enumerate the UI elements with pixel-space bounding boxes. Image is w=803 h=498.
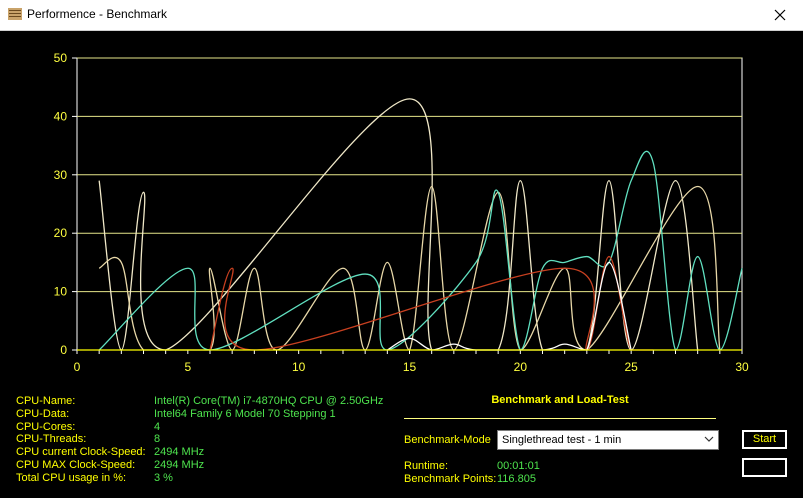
- x-tick-label: 15: [403, 360, 417, 374]
- x-tick-label: 25: [624, 360, 638, 374]
- cpu-info-label: CPU-Cores:: [16, 420, 76, 433]
- cpu-info-label: Total CPU usage in %:: [16, 471, 127, 484]
- title-bar: Performence - Benchmark: [0, 0, 803, 31]
- x-tick-label: 5: [184, 360, 191, 374]
- chevron-down-icon: [704, 436, 714, 442]
- cpu-info-value: Intel64 Family 6 Model 70 Stepping 1: [154, 407, 336, 420]
- series-line: [98, 150, 743, 351]
- cpu-info-value: Intel(R) Core(TM) i7-4870HQ CPU @ 2.50GH…: [154, 395, 384, 407]
- x-tick-label: 10: [292, 360, 306, 374]
- cpu-info-label: CPU MAX Clock-Speed:: [16, 459, 136, 471]
- benchmark-heading: Benchmark and Load-Test: [491, 394, 629, 406]
- benchmark-points-value: 116.805: [497, 473, 536, 485]
- runtime-label: Runtime:: [404, 460, 449, 472]
- cpu-info-value: 3 %: [154, 471, 173, 484]
- close-icon: [774, 9, 786, 21]
- benchmark-mode-value: Singlethread test - 1 min: [502, 434, 622, 446]
- benchmark-divider: [404, 418, 716, 419]
- y-tick-label: 30: [54, 168, 68, 182]
- y-tick-label: 40: [54, 109, 68, 123]
- benchmark-points-label: Benchmark Points:: [404, 473, 497, 485]
- y-tick-label: 10: [54, 285, 68, 299]
- benchmark-mode-label: Benchmark-Mode: [404, 434, 491, 446]
- benchmark-mode-select[interactable]: Singlethread test - 1 min: [497, 430, 719, 450]
- x-tick-label: 0: [74, 360, 81, 374]
- series-line: [209, 255, 654, 351]
- cpu-info-label: CPU-Data:: [16, 407, 70, 420]
- cpu-info-value: 2494 MHz: [154, 446, 205, 459]
- app-icon: [8, 8, 22, 20]
- y-tick-label: 20: [54, 226, 68, 240]
- cpu-info-label: CPU-Name:: [16, 395, 76, 407]
- x-tick-label: 20: [514, 360, 528, 374]
- plot-border: [76, 57, 743, 351]
- benchmark-chart: 0 10 20 30 40 50 0 5 10 15 20 25 30: [54, 51, 749, 374]
- runtime-value: 00:01:01: [497, 460, 540, 472]
- cpu-info-label: CPU-Threads:: [16, 433, 87, 446]
- close-button[interactable]: [757, 0, 803, 30]
- cpu-info-value: 2494 MHz: [154, 459, 205, 471]
- y-tick-label: 0: [60, 343, 67, 357]
- secondary-button[interactable]: [742, 458, 787, 477]
- window-title: Performence - Benchmark: [27, 7, 168, 21]
- cpu-info-value: 4: [154, 420, 161, 433]
- cpu-info-value: 8: [154, 433, 161, 446]
- y-tick-label: 50: [54, 51, 68, 65]
- cpu-info-label: CPU current Clock-Speed:: [16, 446, 146, 459]
- start-button[interactable]: Start: [742, 430, 787, 449]
- x-tick-label: 30: [735, 360, 749, 374]
